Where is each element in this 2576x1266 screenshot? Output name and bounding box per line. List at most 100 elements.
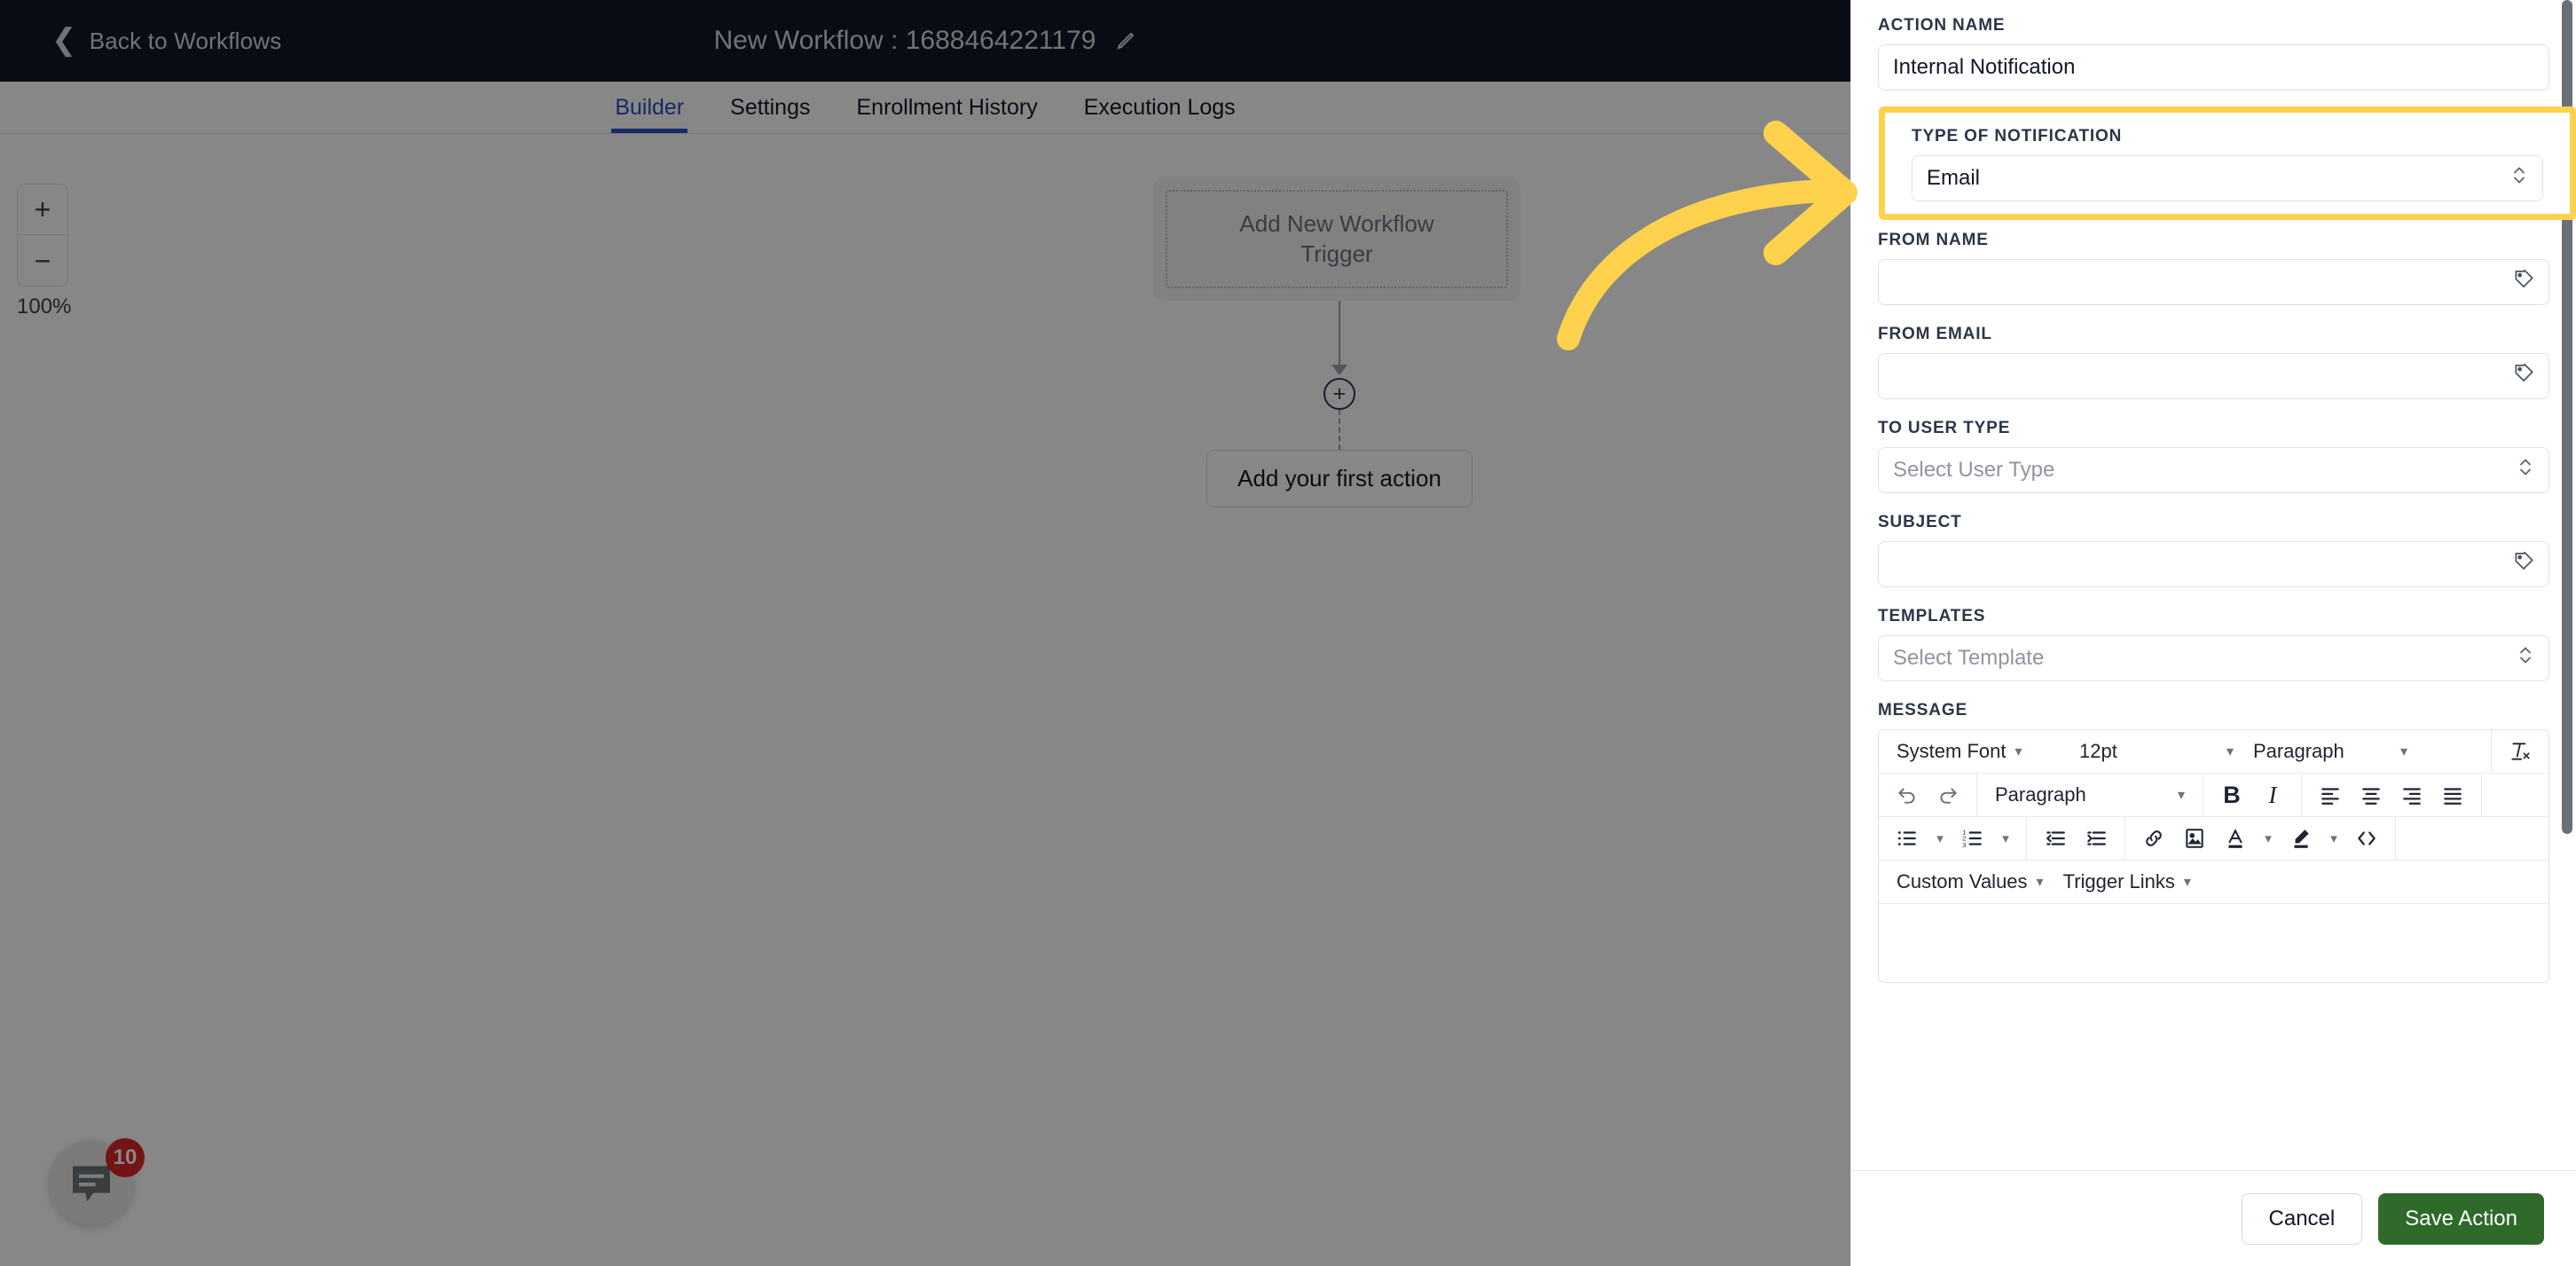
tag-icon[interactable] bbox=[2512, 268, 2535, 297]
from-email-input[interactable] bbox=[1878, 353, 2549, 399]
connector-arrowhead bbox=[1331, 365, 1347, 375]
bold-italic-group: B I bbox=[2203, 774, 2302, 816]
back-to-workflows-button[interactable]: ❮ Back to Workflows bbox=[51, 25, 282, 55]
block-format-select[interactable]: Paragraph ▾ bbox=[2246, 740, 2415, 763]
templates-label: TEMPLATES bbox=[1878, 607, 1986, 625]
font-family-select[interactable]: System Font ▾ bbox=[1889, 740, 2067, 763]
tab-execution-logs[interactable]: Execution Logs bbox=[1061, 95, 1259, 133]
trigger-links-dropdown[interactable]: Trigger Links ▾ bbox=[2056, 870, 2198, 893]
font-family-value: System Font bbox=[1897, 740, 2007, 762]
tag-icon[interactable] bbox=[2512, 362, 2535, 391]
chat-widget[interactable]: 10 bbox=[49, 1138, 145, 1234]
font-size-select[interactable]: 12pt ▾ bbox=[2072, 740, 2241, 763]
action-name-input[interactable]: Internal Notification bbox=[1878, 44, 2549, 90]
alignment-group bbox=[2302, 774, 2482, 816]
connector-line-2 bbox=[1339, 410, 1340, 450]
text-color-icon[interactable] bbox=[2218, 821, 2253, 856]
indent-icon[interactable] bbox=[2078, 821, 2114, 856]
templates-select[interactable]: Select Template bbox=[1878, 635, 2549, 681]
editor-toolbar-row-3: ▾ 1 2 3 ▾ ▾ ▾ bbox=[1879, 817, 2549, 861]
chevron-down-icon: ▾ bbox=[2014, 744, 2022, 759]
align-left-icon[interactable] bbox=[2313, 777, 2348, 813]
message-label: MESSAGE bbox=[1878, 701, 1967, 719]
trigger-links-label: Trigger Links bbox=[2062, 870, 2175, 892]
outdent-icon[interactable] bbox=[2038, 821, 2073, 856]
field-subject: SUBJECT bbox=[1878, 513, 2549, 587]
chevron-down-icon: ▾ bbox=[2036, 875, 2044, 890]
save-action-button[interactable]: Save Action bbox=[2378, 1192, 2544, 1245]
subject-input[interactable] bbox=[1878, 541, 2549, 587]
list-group: ▾ 1 2 3 ▾ bbox=[1879, 817, 2027, 860]
undo-icon[interactable] bbox=[1889, 777, 1925, 813]
insert-group: ▾ ▾ bbox=[2125, 817, 2396, 860]
tab-enrollment-history[interactable]: Enrollment History bbox=[833, 95, 1060, 133]
merge-fields-group: Custom Values ▾ Trigger Links ▾ bbox=[1879, 861, 2549, 903]
toolbar-row3-spacer bbox=[2396, 817, 2549, 860]
annotation-arrow bbox=[1543, 106, 1898, 364]
from-name-input[interactable] bbox=[1878, 259, 2549, 305]
field-templates: TEMPLATES Select Template bbox=[1878, 607, 2549, 681]
to-user-type-select[interactable]: Select User Type bbox=[1878, 447, 2549, 493]
add-node-button[interactable]: + bbox=[1323, 378, 1355, 410]
paragraph-format-select[interactable]: Paragraph ▾ bbox=[1988, 783, 2192, 806]
clear-format-group bbox=[2491, 730, 2549, 773]
chevron-down-icon[interactable]: ▾ bbox=[2258, 821, 2278, 856]
image-icon[interactable] bbox=[2177, 821, 2212, 856]
type-of-notification-value: Email bbox=[1927, 166, 1981, 190]
clear-formatting-icon[interactable] bbox=[2502, 734, 2538, 769]
chevron-up-down-icon bbox=[2511, 162, 2527, 195]
action-name-value: Internal Notification bbox=[1893, 55, 2076, 79]
custom-values-label: Custom Values bbox=[1897, 870, 2028, 892]
align-justify-icon[interactable] bbox=[2435, 777, 2470, 813]
tab-builder[interactable]: Builder bbox=[592, 95, 707, 133]
field-from-email: FROM EMAIL bbox=[1878, 325, 2549, 399]
chevron-down-icon[interactable]: ▾ bbox=[1930, 821, 1950, 856]
workflow-flow: Add New Workflow Trigger + Add your firs… bbox=[1153, 177, 1526, 507]
zoom-out-button[interactable]: − bbox=[17, 235, 68, 287]
top-bar: ❮ Back to Workflows New Workflow : 16884… bbox=[0, 0, 1850, 82]
cancel-button[interactable]: Cancel bbox=[2241, 1192, 2363, 1245]
add-first-action-button[interactable]: Add your first action bbox=[1206, 450, 1473, 507]
highlight-color-icon[interactable] bbox=[2283, 821, 2319, 856]
add-workflow-trigger-card[interactable]: Add New Workflow Trigger bbox=[1153, 177, 1520, 301]
type-of-notification-label: TYPE OF NOTIFICATION bbox=[1912, 127, 2123, 145]
chevron-down-icon[interactable]: ▾ bbox=[1996, 821, 2015, 856]
action-name-label: ACTION NAME bbox=[1878, 16, 2006, 35]
type-of-notification-select[interactable]: Email bbox=[1912, 155, 2543, 201]
chevron-up-down-icon bbox=[2517, 454, 2533, 487]
link-icon[interactable] bbox=[2136, 821, 2172, 856]
chevron-down-icon: ▾ bbox=[2183, 875, 2191, 890]
bold-button[interactable]: B bbox=[2214, 777, 2250, 813]
custom-values-dropdown[interactable]: Custom Values ▾ bbox=[1889, 870, 2051, 893]
from-email-label: FROM EMAIL bbox=[1878, 325, 1992, 343]
toolbar-row2-spacer bbox=[2482, 774, 2549, 816]
back-to-workflows-label: Back to Workflows bbox=[89, 27, 282, 54]
numbered-list-icon[interactable]: 1 2 3 bbox=[1955, 821, 1991, 856]
font-size-value: 12pt bbox=[2079, 740, 2117, 762]
type-of-notification-highlight: TYPE OF NOTIFICATION Email bbox=[1879, 106, 2576, 220]
zoom-in-button[interactable]: + bbox=[17, 184, 68, 235]
tab-settings[interactable]: Settings bbox=[707, 95, 833, 133]
pencil-icon[interactable] bbox=[1115, 30, 1136, 51]
field-action-name: ACTION NAME Internal Notification bbox=[1878, 16, 2549, 90]
zoom-controls: + − 100% bbox=[17, 184, 72, 319]
zoom-level-label: 100% bbox=[17, 295, 72, 318]
align-center-icon[interactable] bbox=[2353, 777, 2389, 813]
panel-footer: Cancel Save Action bbox=[1851, 1170, 2576, 1266]
italic-button[interactable]: I bbox=[2255, 777, 2290, 813]
unread-badge: 10 bbox=[106, 1138, 145, 1177]
to-user-type-value: Select User Type bbox=[1893, 458, 2055, 482]
chevron-down-icon: ▾ bbox=[2399, 744, 2407, 759]
field-to-user-type: TO USER TYPE Select User Type bbox=[1878, 419, 2549, 493]
tag-icon[interactable] bbox=[2512, 550, 2535, 579]
source-code-icon[interactable] bbox=[2349, 821, 2384, 856]
bullet-list-icon[interactable] bbox=[1889, 821, 1925, 856]
workflow-builder-screen: ❮ Back to Workflows New Workflow : 16884… bbox=[0, 0, 2576, 1266]
redo-icon[interactable] bbox=[1930, 777, 1966, 813]
rich-text-editor[interactable]: System Font ▾ 12pt ▾ Paragraph ▾ Paragra… bbox=[1878, 729, 2549, 983]
message-body-editor[interactable] bbox=[1879, 904, 2549, 982]
align-right-icon[interactable] bbox=[2394, 777, 2430, 813]
chevron-down-icon[interactable]: ▾ bbox=[2324, 821, 2344, 856]
editor-toolbar-row-4: Custom Values ▾ Trigger Links ▾ bbox=[1879, 861, 2549, 904]
editor-toolbar-row-2: Paragraph ▾ B I bbox=[1879, 774, 2549, 817]
